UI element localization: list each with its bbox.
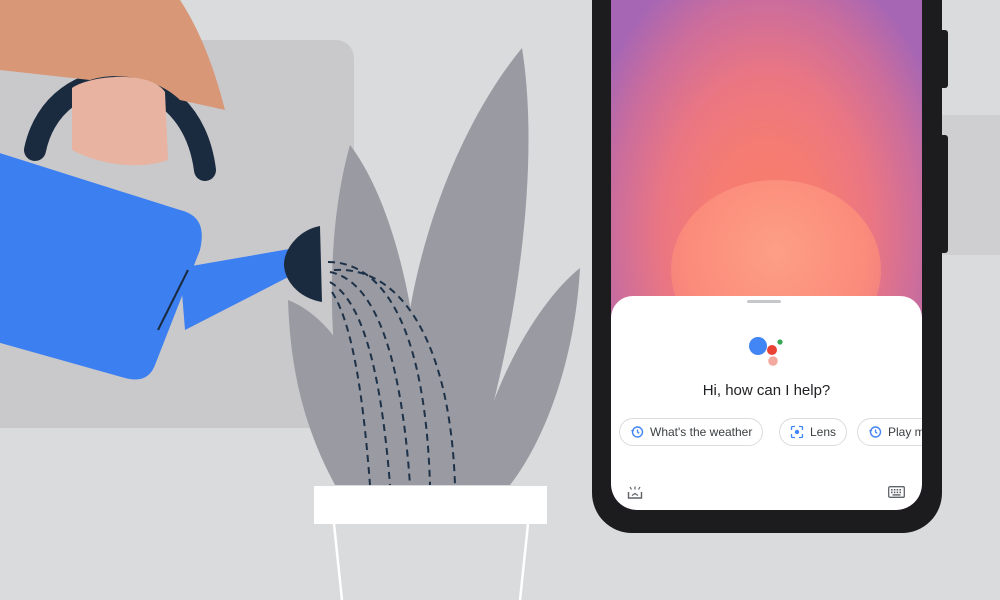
plant-pot-edge bbox=[518, 523, 530, 600]
assistant-greeting: Hi, how can I help? bbox=[702, 382, 831, 399]
snapshot-icon[interactable] bbox=[627, 486, 643, 500]
history-icon bbox=[631, 426, 644, 438]
chip-label: What's the weather bbox=[650, 425, 753, 439]
lens-icon bbox=[790, 425, 804, 439]
suggestion-chips: What's the weather Lens Play m bbox=[619, 418, 922, 450]
sheet-drag-handle[interactable] bbox=[747, 300, 781, 303]
google-assistant-logo-icon bbox=[749, 337, 783, 366]
right-shelf bbox=[940, 115, 1000, 255]
chip-label: Play m bbox=[888, 425, 922, 439]
phone-screen: Hi, how can I help? What's the weather L… bbox=[611, 0, 922, 510]
plant-pot-edge bbox=[332, 523, 344, 600]
hand-fingers bbox=[72, 76, 168, 166]
keyboard-icon[interactable] bbox=[888, 486, 905, 498]
chip-whats-the-weather[interactable]: What's the weather bbox=[619, 418, 764, 446]
plant-pot-rim bbox=[314, 486, 547, 524]
chip-label: Lens bbox=[810, 425, 837, 439]
phone-power-button bbox=[942, 135, 948, 253]
phone-volume-button bbox=[942, 30, 948, 88]
assistant-sheet: Hi, how can I help? What's the weather L… bbox=[611, 296, 922, 510]
chip-play-music[interactable]: Play m bbox=[857, 418, 922, 446]
history-icon bbox=[869, 426, 882, 438]
chip-lens[interactable]: Lens bbox=[779, 418, 848, 446]
